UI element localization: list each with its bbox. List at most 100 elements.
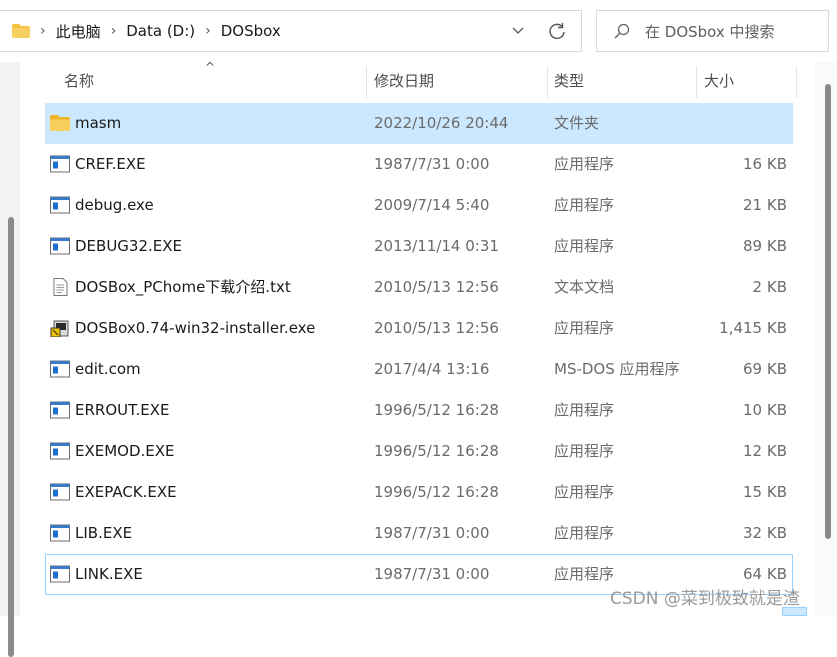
- file-date-modified: 1996/5/12 16:28: [374, 442, 499, 460]
- chevron-right-icon[interactable]: ›: [40, 23, 46, 39]
- chevron-down-icon[interactable]: [511, 23, 525, 37]
- column-divider[interactable]: [696, 66, 697, 98]
- file-size: 89 KB: [743, 237, 787, 255]
- column-header-size[interactable]: 大小: [704, 62, 734, 100]
- folder-icon: [12, 24, 30, 38]
- watermark: CSDN @菜到极致就是渣: [610, 589, 800, 609]
- column-divider[interactable]: [547, 66, 548, 98]
- file-name: EXEPACK.EXE: [75, 483, 177, 501]
- file-date-modified: 2010/5/13 12:56: [374, 278, 499, 296]
- breadcrumb-this-pc[interactable]: 此电脑: [56, 21, 101, 42]
- file-type: MS-DOS 应用程序: [554, 360, 680, 378]
- file-row[interactable]: DEBUG32.EXE 2013/11/14 0:31 应用程序 89 KB: [45, 226, 793, 267]
- file-name: edit.com: [75, 360, 141, 378]
- file-type: 应用程序: [554, 319, 615, 337]
- installer-icon: [50, 319, 70, 338]
- file-date-modified: 2009/7/14 5:40: [374, 196, 490, 214]
- column-divider[interactable]: [796, 66, 797, 98]
- file-name: DOSBox_PChome下载介绍.txt: [75, 278, 291, 296]
- file-type: 文本文档: [554, 278, 615, 296]
- file-size: 69 KB: [743, 360, 787, 378]
- column-header-date[interactable]: 修改日期: [374, 62, 434, 100]
- exe-icon: [50, 442, 70, 460]
- exe-icon: [50, 483, 70, 501]
- file-name: ERROUT.EXE: [75, 401, 170, 419]
- file-type: 应用程序: [554, 524, 615, 542]
- column-header-type[interactable]: 类型: [554, 62, 584, 100]
- exe-icon: [50, 196, 70, 214]
- file-type: 应用程序: [554, 401, 615, 419]
- file-size: 32 KB: [743, 524, 787, 542]
- exe-icon: [50, 524, 70, 542]
- chevron-right-icon[interactable]: ›: [111, 23, 117, 39]
- file-name: debug.exe: [75, 196, 154, 214]
- file-row[interactable]: edit.com 2017/4/4 13:16 MS-DOS 应用程序 69 KB: [45, 349, 793, 390]
- file-row[interactable]: CREF.EXE 1987/7/31 0:00 应用程序 16 KB: [45, 144, 793, 185]
- file-row[interactable]: debug.exe 2009/7/14 5:40 应用程序 21 KB: [45, 185, 793, 226]
- exe-icon: [50, 155, 70, 173]
- file-type: 文件夹: [554, 114, 600, 132]
- file-type: 应用程序: [554, 565, 615, 583]
- file-size: 15 KB: [743, 483, 787, 501]
- file-row[interactable]: masm 2022/10/26 20:44 文件夹: [45, 103, 793, 144]
- text-file-icon: [50, 278, 70, 296]
- column-divider[interactable]: [366, 66, 367, 98]
- search-box[interactable]: 在 DOSbox 中搜索: [596, 10, 829, 52]
- file-size: 1,415 KB: [719, 319, 787, 337]
- file-type: 应用程序: [554, 237, 615, 255]
- file-name: DOSBox0.74-win32-installer.exe: [75, 319, 316, 337]
- sort-ascending-icon: ^: [205, 60, 216, 74]
- address-bar[interactable]: › 此电脑 › Data (D:) › DOSbox: [0, 10, 582, 52]
- file-date-modified: 2022/10/26 20:44: [374, 114, 509, 132]
- search-placeholder: 在 DOSbox 中搜索: [645, 22, 775, 41]
- file-size: 16 KB: [743, 155, 787, 173]
- breadcrumb-current-folder[interactable]: DOSbox: [221, 22, 281, 40]
- search-icon: [613, 22, 631, 40]
- file-row[interactable]: EXEMOD.EXE 1996/5/12 16:28 应用程序 12 KB: [45, 431, 793, 472]
- file-date-modified: 1987/7/31 0:00: [374, 155, 490, 173]
- file-row[interactable]: ERROUT.EXE 1996/5/12 16:28 应用程序 10 KB: [45, 390, 793, 431]
- refresh-icon[interactable]: [547, 21, 567, 41]
- file-list: masm 2022/10/26 20:44 文件夹 CREF.EXE 1987/7/31…: [45, 103, 793, 595]
- scrollbar-thumb[interactable]: [825, 84, 831, 539]
- partial-row-selection: [782, 607, 807, 616]
- breadcrumb-drive[interactable]: Data (D:): [126, 22, 195, 40]
- scrollbar-thumb[interactable]: [8, 217, 14, 657]
- file-name: LINK.EXE: [75, 565, 143, 583]
- file-type: 应用程序: [554, 483, 615, 501]
- column-header-name[interactable]: 名称: [64, 62, 94, 100]
- file-row[interactable]: EXEPACK.EXE 1996/5/12 16:28 应用程序 15 KB: [45, 472, 793, 513]
- vertical-scrollbar[interactable]: [815, 62, 837, 616]
- file-name: LIB.EXE: [75, 524, 133, 542]
- file-size: 21 KB: [743, 196, 787, 214]
- file-date-modified: 1987/7/31 0:00: [374, 524, 490, 542]
- file-date-modified: 1987/7/31 0:00: [374, 565, 490, 583]
- file-type: 应用程序: [554, 196, 615, 214]
- chevron-right-icon[interactable]: ›: [205, 23, 211, 39]
- file-size: 12 KB: [743, 442, 787, 460]
- file-name: masm: [75, 114, 122, 132]
- left-pane-scrollbar[interactable]: [0, 62, 20, 657]
- file-date-modified: 1996/5/12 16:28: [374, 483, 499, 501]
- folder-icon: [50, 114, 70, 132]
- file-date-modified: 2010/5/13 12:56: [374, 319, 499, 337]
- exe-icon: [50, 401, 70, 419]
- file-row[interactable]: DOSBox_PChome下载介绍.txt 2010/5/13 12:56 文本文档…: [45, 267, 793, 308]
- file-size: 2 KB: [752, 278, 787, 296]
- file-type: 应用程序: [554, 155, 615, 173]
- column-header-row: ^ 名称 修改日期 类型 大小: [45, 60, 797, 100]
- file-size: 10 KB: [743, 401, 787, 419]
- file-date-modified: 1996/5/12 16:28: [374, 401, 499, 419]
- file-name: EXEMOD.EXE: [75, 442, 175, 460]
- file-name: CREF.EXE: [75, 155, 146, 173]
- file-name: DEBUG32.EXE: [75, 237, 183, 255]
- file-date-modified: 2017/4/4 13:16: [374, 360, 490, 378]
- exe-icon: [50, 237, 70, 255]
- file-row[interactable]: LIB.EXE 1987/7/31 0:00 应用程序 32 KB: [45, 513, 793, 554]
- exe-icon: [50, 360, 70, 378]
- navigation-bar: › 此电脑 › Data (D:) › DOSbox 在 DOSbox 中搜索: [0, 0, 837, 62]
- file-type: 应用程序: [554, 442, 615, 460]
- file-date-modified: 2013/11/14 0:31: [374, 237, 499, 255]
- exe-icon: [50, 565, 70, 583]
- file-row[interactable]: DOSBox0.74-win32-installer.exe 2010/5/13 …: [45, 308, 793, 349]
